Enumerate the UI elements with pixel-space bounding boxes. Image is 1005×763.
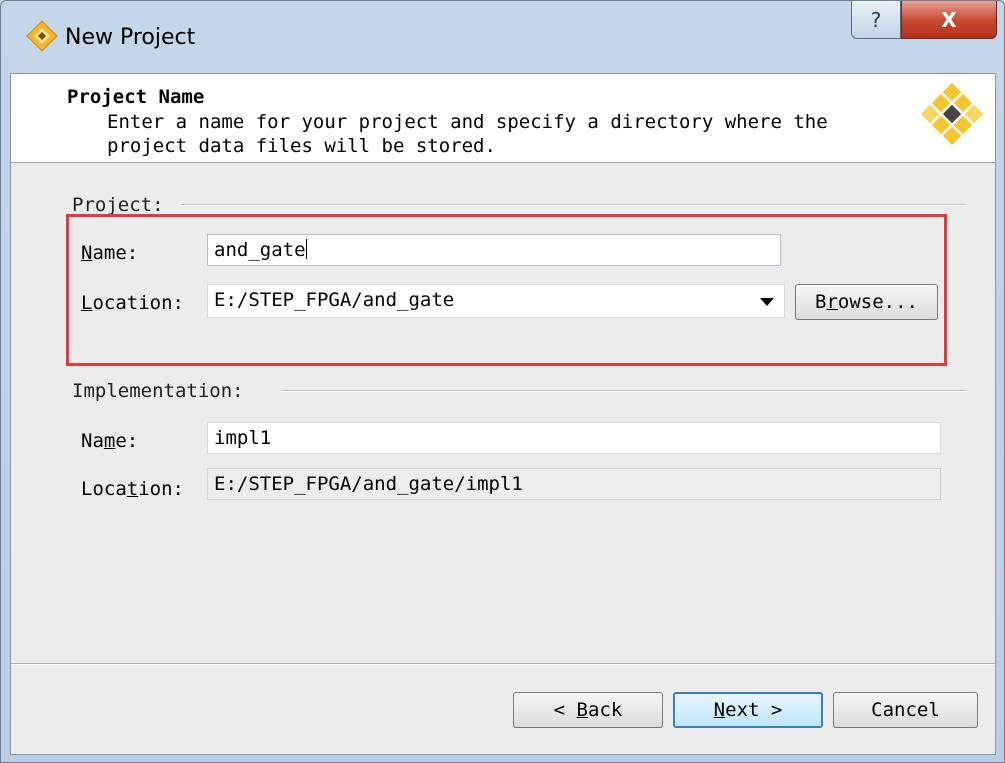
help-button[interactable]: ? xyxy=(851,1,901,39)
project-location-combobox[interactable]: E:/STEP_FPGA/and_gate xyxy=(207,284,785,318)
browse-button[interactable]: Browse... xyxy=(795,284,938,320)
lattice-diamond-logo xyxy=(920,82,984,146)
project-location-label: Location: xyxy=(81,292,184,314)
next-button[interactable]: Next > xyxy=(673,692,823,728)
close-button[interactable]: X xyxy=(901,1,997,39)
implementation-group-label: Implementation: xyxy=(72,380,250,402)
title-bar[interactable]: New Project ? X xyxy=(1,1,1004,73)
new-project-dialog: New Project ? X Project Name Enter a nam… xyxy=(0,0,1005,763)
next-button-label: Next > xyxy=(713,699,783,721)
diamond-app-icon xyxy=(26,20,58,52)
project-group-label: Project: xyxy=(72,194,170,216)
implementation-name-value: impl1 xyxy=(214,427,272,449)
project-name-label: Name: xyxy=(81,242,139,264)
cancel-button[interactable]: Cancel xyxy=(833,692,978,728)
dialog-body: Project Name Enter a name for your proje… xyxy=(10,73,996,755)
project-name-input[interactable]: and_gate xyxy=(207,234,781,266)
implementation-location-label: Location: xyxy=(81,478,184,500)
back-button[interactable]: < Back xyxy=(513,692,663,728)
page-title: Project Name xyxy=(67,86,205,108)
project-name-value: and_gate xyxy=(214,239,306,261)
dropdown-arrow-icon[interactable] xyxy=(760,298,774,306)
window-title: New Project xyxy=(65,25,196,50)
text-caret xyxy=(305,239,307,259)
wizard-header: Project Name Enter a name for your proje… xyxy=(11,74,995,163)
page-description: Enter a name for your project and specif… xyxy=(107,111,828,157)
project-location-value: E:/STEP_FPGA/and_gate xyxy=(214,289,455,311)
footer-separator xyxy=(11,663,995,665)
implementation-name-label: Name: xyxy=(81,430,139,452)
close-icon: X xyxy=(941,7,957,32)
implementation-location-field: E:/STEP_FPGA/and_gate/impl1 xyxy=(207,468,941,500)
implementation-group-divider xyxy=(281,390,967,392)
implementation-location-value: E:/STEP_FPGA/and_gate/impl1 xyxy=(214,473,523,495)
back-button-label: < Back xyxy=(553,699,623,721)
help-icon: ? xyxy=(870,7,882,32)
project-group-divider xyxy=(181,204,967,206)
browse-button-label: Browse... xyxy=(815,291,918,313)
implementation-name-input[interactable]: impl1 xyxy=(207,422,941,454)
